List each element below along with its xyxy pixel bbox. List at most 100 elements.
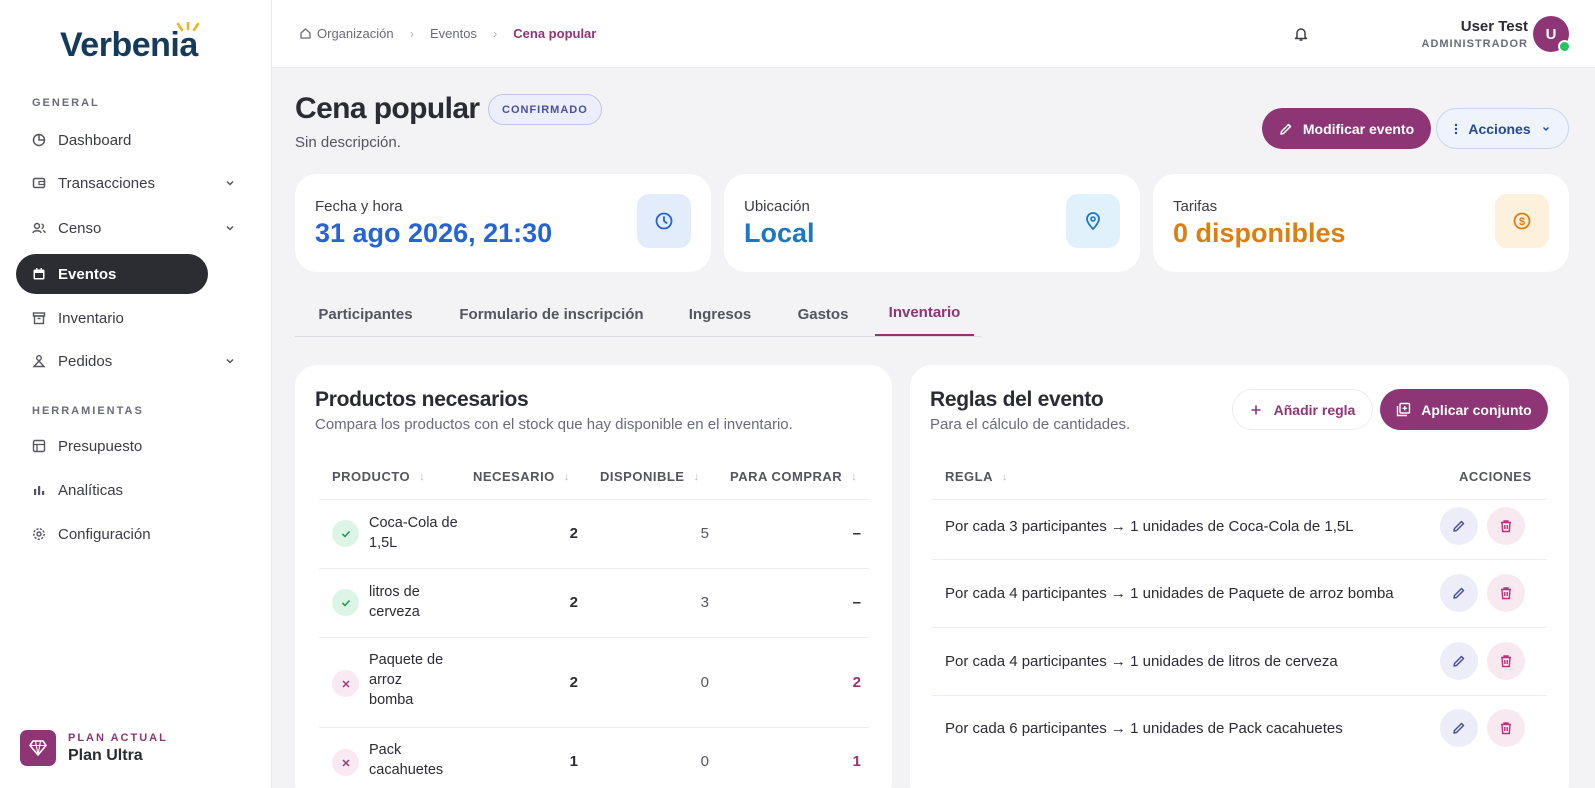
breadcrumb-organizacion[interactable]: Organización: [317, 26, 394, 41]
sidebar-item-transacciones[interactable]: Transacciones: [16, 163, 234, 203]
sort-arrow-icon: ↓: [693, 470, 700, 483]
divider: [319, 568, 869, 569]
actions-label: Acciones: [1468, 120, 1531, 137]
sidebar-item-eventos[interactable]: Eventos: [16, 254, 208, 294]
breadcrumb-current: Cena popular: [513, 26, 597, 41]
add-rule-label: Añadir regla: [1273, 401, 1356, 418]
current-plan[interactable]: PLAN ACTUAL Plan Ultra: [20, 730, 168, 766]
edit-rule-button[interactable]: [1440, 574, 1478, 612]
chevron-down-icon[interactable]: [224, 354, 236, 371]
chevron-right-icon: ›: [492, 26, 498, 41]
stat-value: 0 disponibles: [1173, 218, 1346, 248]
order-icon: [32, 354, 46, 368]
sidebar-item-pedidos[interactable]: Pedidos: [16, 341, 234, 381]
pencil-icon: [1453, 520, 1465, 532]
stat-label: Fecha y hora: [315, 198, 403, 215]
pencil-icon: [1453, 587, 1465, 599]
divider: [319, 727, 869, 728]
column-header-regla[interactable]: REGLA ↓: [945, 469, 1008, 484]
sidebar-item-configuracion[interactable]: Configuración: [16, 514, 208, 554]
to-buy-value: –: [852, 594, 861, 611]
sidebar-item-label: Transacciones: [58, 174, 155, 192]
svg-text:$: $: [1519, 216, 1525, 228]
diamond-icon: [20, 730, 56, 766]
sidebar-item-inventario[interactable]: Inventario: [16, 298, 208, 338]
stat-value: 31 ago 2026, 21:30: [315, 218, 553, 248]
tab-gastos[interactable]: Gastos: [773, 291, 873, 337]
rules-title: Reglas del evento: [930, 388, 1104, 411]
sidebar-item-label: Pedidos: [58, 352, 113, 370]
chevron-down-icon[interactable]: [224, 176, 236, 193]
product-name: Coca-Cola de 1,5L: [369, 515, 458, 551]
needed-value: 1: [569, 753, 578, 770]
pencil-icon: [1279, 122, 1293, 136]
dashboard-icon: [32, 133, 46, 147]
breadcrumb-eventos[interactable]: Eventos: [430, 26, 477, 41]
column-header-para-comprar[interactable]: PARA COMPRAR ↓: [730, 469, 857, 484]
available-value: 0: [700, 753, 709, 770]
home-icon: [300, 28, 311, 39]
column-header-label: PRODUCTO: [332, 469, 411, 484]
apply-set-button[interactable]: Aplicar conjunto: [1380, 389, 1548, 430]
rules-subtitle: Para el cálculo de cantidades.: [930, 416, 1131, 433]
edit-event-button[interactable]: Modificar evento: [1262, 108, 1431, 149]
chevron-down-icon[interactable]: [224, 221, 236, 238]
sidebar-item-dashboard[interactable]: Dashboard: [16, 120, 208, 160]
sidebar-item-label: Inventario: [58, 309, 124, 327]
edit-rule-button[interactable]: [1440, 507, 1478, 545]
stat-card-fecha: Fecha y hora 31 ago 2026, 21:30: [295, 174, 711, 272]
delete-rule-button[interactable]: [1487, 709, 1525, 747]
product-name: Pack cacahuetes: [369, 742, 444, 778]
settings-icon: [32, 527, 46, 541]
to-buy-value: 2: [852, 674, 861, 691]
tab-inventario[interactable]: Inventario: [875, 291, 974, 337]
actions-dropdown-button[interactable]: Acciones: [1436, 108, 1569, 149]
plan-label: PLAN ACTUAL: [68, 731, 168, 744]
bell-icon[interactable]: [1294, 26, 1308, 47]
page-title: Cena popular: [295, 92, 480, 125]
column-header-producto[interactable]: PRODUCTO ↓: [332, 469, 425, 484]
apply-set-label: Aplicar conjunto: [1421, 401, 1532, 418]
user-info[interactable]: User Test ADMINISTRADOR: [1422, 18, 1529, 50]
section-label-herramientas: HERRAMIENTAS: [32, 405, 144, 417]
sort-arrow-icon: ↓: [419, 470, 426, 483]
sidebar-item-censo[interactable]: Censo: [16, 208, 234, 248]
sidebar-item-label: Analíticas: [58, 481, 124, 499]
column-header-necesario[interactable]: NECESARIO ↓: [473, 469, 570, 484]
check-icon: [332, 589, 359, 616]
chevron-right-icon: ›: [409, 26, 414, 41]
sidebar-item-analiticas[interactable]: Analíticas: [16, 470, 208, 510]
breadcrumb: Organización › Eventos › Cena popular: [300, 26, 596, 41]
product-name: litros de cerveza: [369, 584, 420, 620]
divider: [932, 559, 1547, 560]
sidebar-item-presupuesto[interactable]: Presupuesto: [16, 426, 208, 466]
divider: [932, 627, 1547, 628]
event-description: Sin descripción.: [295, 134, 401, 151]
trash-icon: [1501, 520, 1511, 533]
edit-rule-button[interactable]: [1440, 709, 1478, 747]
tab-ingresos[interactable]: Ingresos: [667, 291, 773, 337]
trash-icon: [1501, 655, 1511, 668]
check-icon: [332, 520, 359, 547]
divider: [319, 637, 869, 638]
sidebar-item-label: Configuración: [58, 525, 151, 543]
product-name: Paquete de arroz bomba: [369, 652, 444, 708]
divider: [319, 499, 869, 500]
chevron-down-icon: [1541, 124, 1551, 134]
tab-formulario[interactable]: Formulario de inscripción: [436, 291, 667, 337]
add-rule-button[interactable]: Añadir regla: [1232, 389, 1373, 430]
tab-participantes[interactable]: Participantes: [295, 291, 436, 337]
delete-rule-button[interactable]: [1487, 642, 1525, 680]
rule-text: Por cada 3 participantes → 1 unidades de…: [945, 518, 1354, 535]
delete-rule-button[interactable]: [1487, 574, 1525, 612]
wallet-icon: [32, 176, 46, 190]
more-vertical-icon: [1454, 123, 1458, 135]
bar-chart-icon: [32, 483, 46, 497]
pencil-icon: [1453, 722, 1465, 734]
column-header-disponible[interactable]: DISPONIBLE ↓: [600, 469, 699, 484]
edit-rule-button[interactable]: [1440, 642, 1478, 680]
needed-value: 2: [569, 594, 578, 611]
plan-name: Plan Ultra: [68, 746, 143, 764]
users-icon: [32, 221, 46, 235]
delete-rule-button[interactable]: [1487, 507, 1525, 545]
